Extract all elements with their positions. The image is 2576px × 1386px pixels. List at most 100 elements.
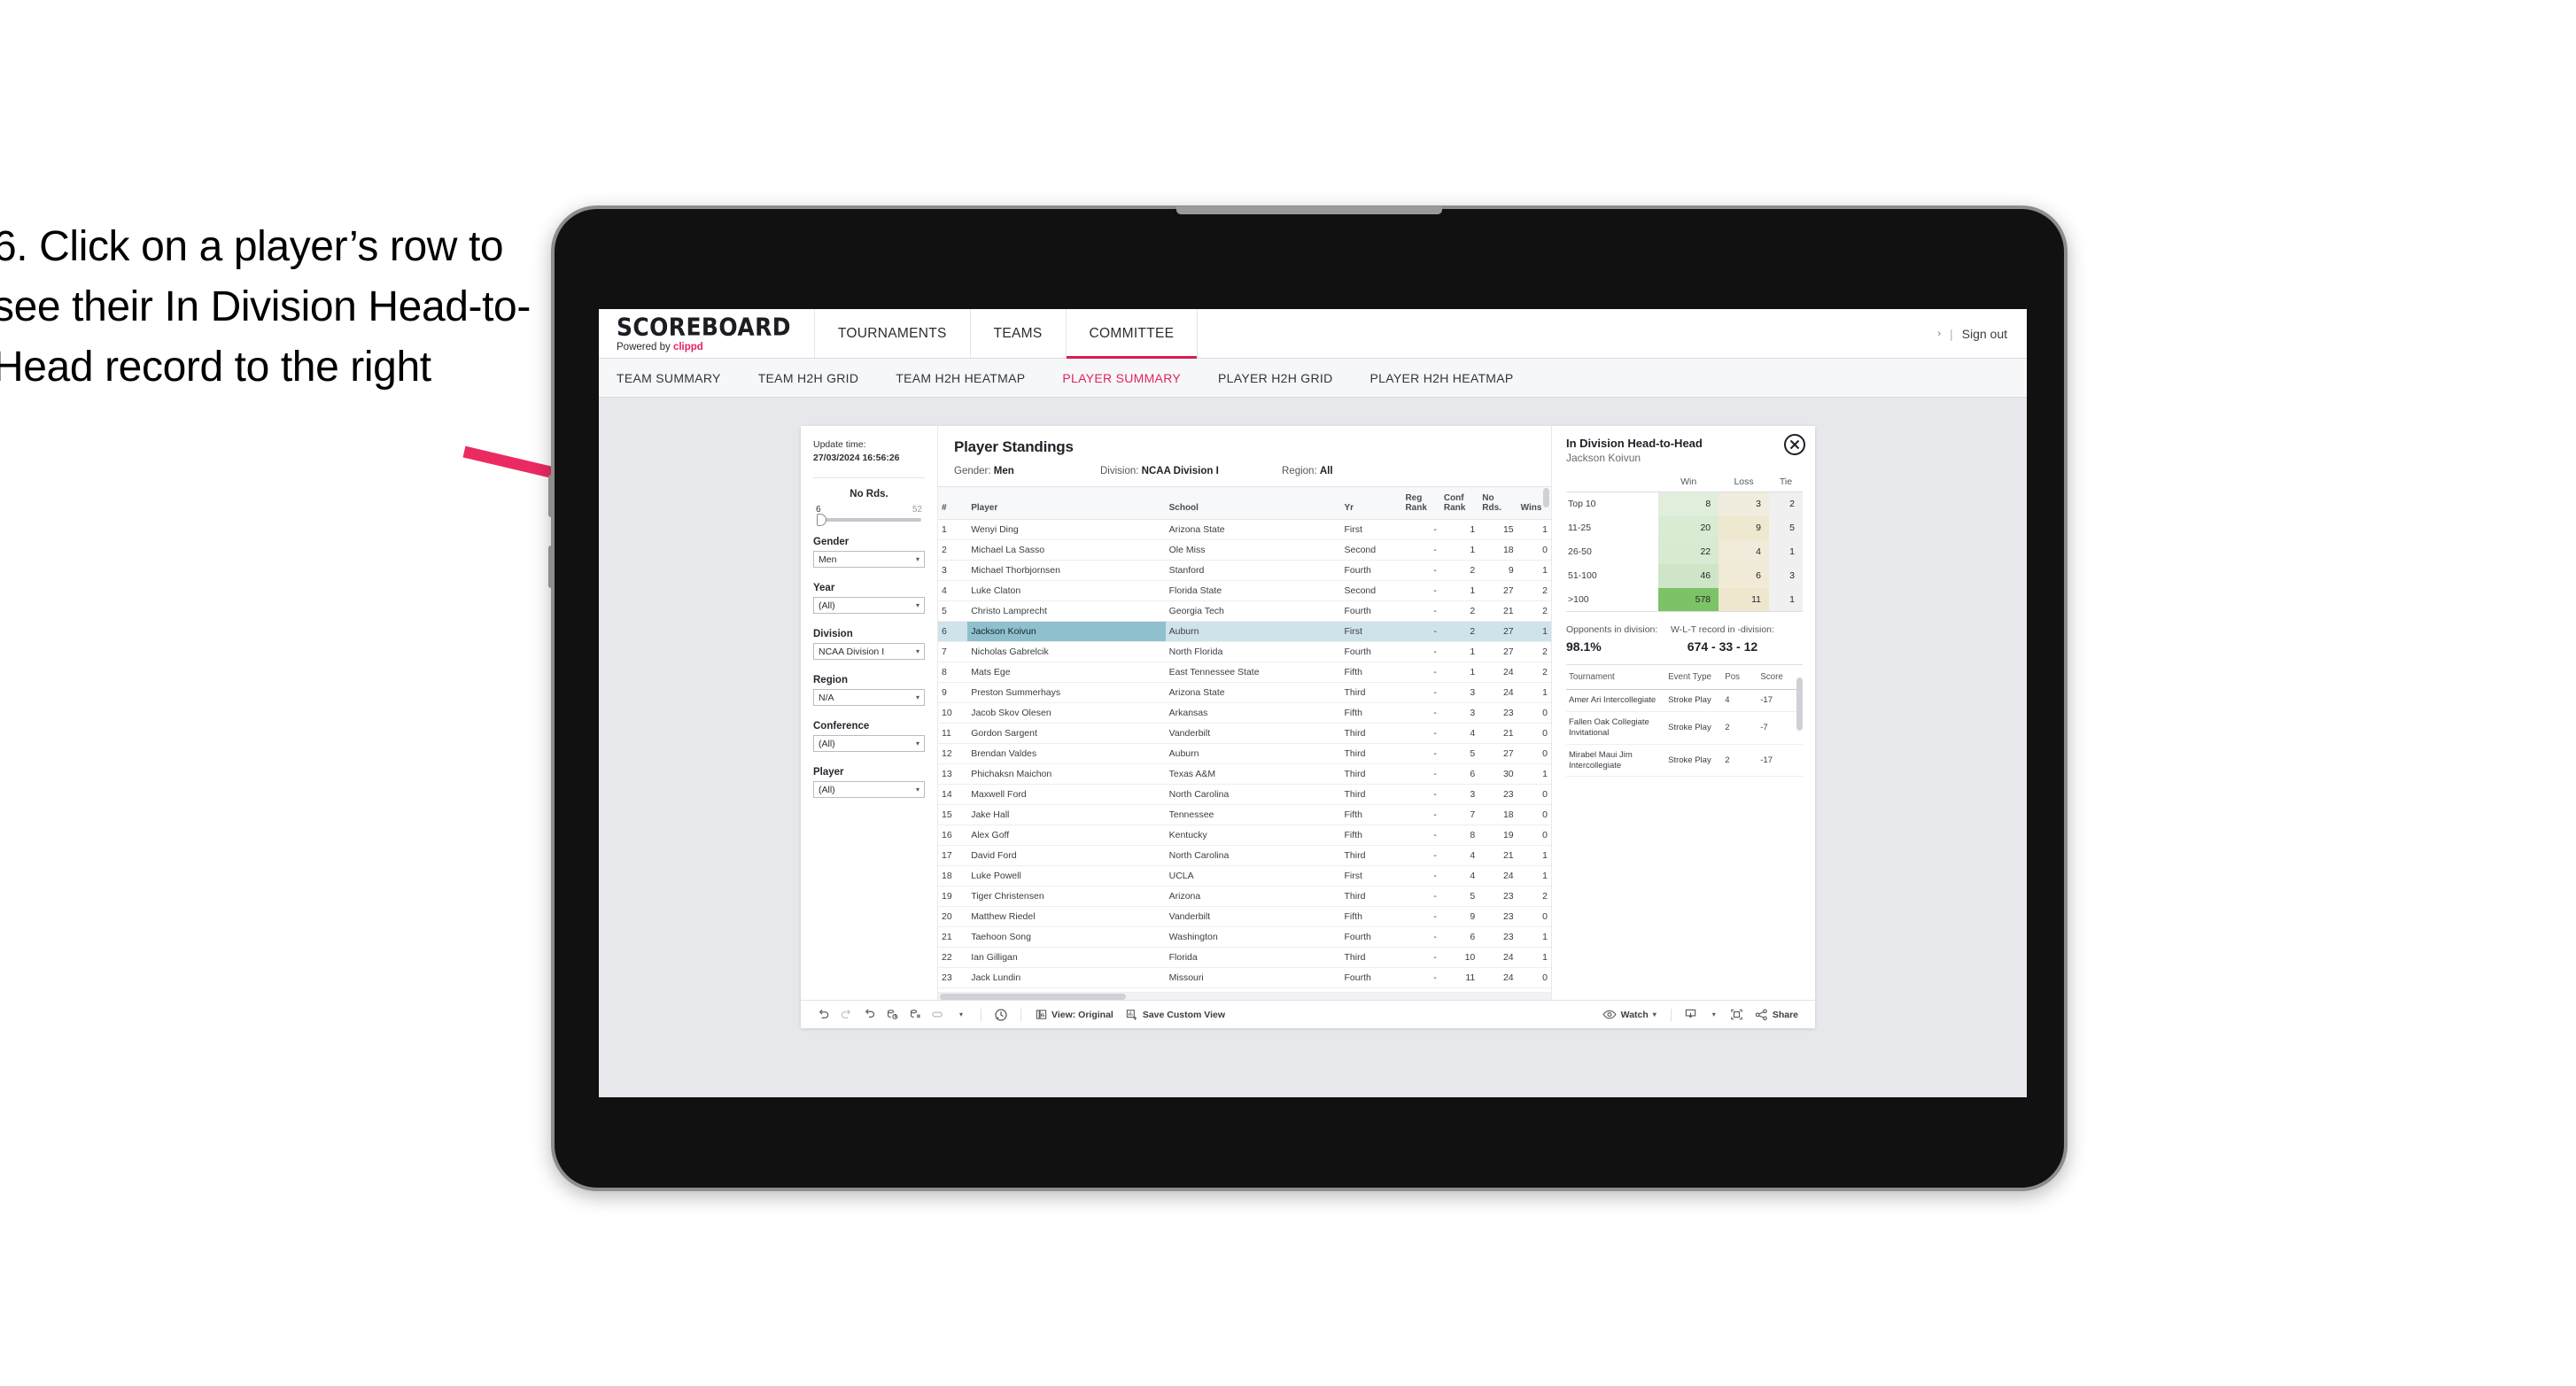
table-row[interactable]: 5 Christo Lamprecht Georgia Tech Fourth -2 21…	[938, 600, 1551, 623]
tab-player-h2h-heatmap[interactable]: PLAYER H2H HEATMAP	[1370, 371, 1514, 385]
no-rounds-slider-handle[interactable]	[817, 514, 826, 527]
column-header-reg-rank[interactable]: Reg Rank	[1401, 486, 1440, 521]
table-row[interactable]: 23 Jack Lundin Missouri Fourth -11 24 0	[938, 967, 1551, 989]
cell-reg-rank: -	[1401, 702, 1440, 724]
standings-horizontal-scroll-thumb[interactable]	[940, 994, 1126, 1000]
brand-powered-prefix: Powered by	[617, 341, 673, 352]
brand-logo[interactable]: SCOREBOARD Powered by clippd	[599, 309, 815, 358]
table-row[interactable]: 21 Taehoon Song Washington Fourth -6 23 1	[938, 926, 1551, 949]
table-row[interactable]: 20 Matthew Riedel Vanderbilt Fifth -9 23 0	[938, 906, 1551, 928]
cell-player: Nicholas Gabrelcik	[967, 641, 1166, 663]
table-row[interactable]: 14 Maxwell Ford North Carolina Third -3 23 0	[938, 784, 1551, 806]
filter-region-select[interactable]: N/A ▾	[813, 689, 925, 707]
table-row[interactable]: 2 Michael La Sasso Ole Miss Second -1 18 0	[938, 539, 1551, 561]
bottom-toolbar: ▾ View: Original Save Custom View Watch …	[801, 1000, 1815, 1028]
revert-icon[interactable]	[857, 1005, 881, 1025]
table-row[interactable]: 16 Alex Goff Kentucky Fifth -8 19 0	[938, 825, 1551, 847]
tablet-volume-up-button[interactable]	[548, 475, 553, 517]
view-shape-icon[interactable]	[927, 1005, 950, 1025]
cell-wins: 0	[1517, 743, 1551, 765]
undo-icon[interactable]	[811, 1005, 834, 1025]
sign-out-link[interactable]: Sign out	[1962, 327, 2007, 341]
no-rounds-slider-track[interactable]	[817, 514, 921, 527]
tournament-row[interactable]: Amer Ari Intercollegiate Stroke Play 4 -17	[1566, 689, 1803, 712]
cell-yr: Third	[1340, 784, 1402, 806]
filter-gender-select[interactable]: Men ▾	[813, 551, 925, 569]
close-icon[interactable]	[1783, 433, 1806, 456]
tab-team-h2h-heatmap[interactable]: TEAM H2H HEATMAP	[896, 371, 1025, 385]
cell-player: Gordon Sargent	[967, 723, 1166, 745]
column-header-no-rds[interactable]: No Rds.	[1478, 486, 1517, 521]
tournament-vertical-scrollbar[interactable]	[1796, 678, 1803, 731]
filter-region: Region N/A ▾	[813, 675, 925, 707]
table-row[interactable]: 18 Luke Powell UCLA First -4 24 1	[938, 865, 1551, 887]
column-header-rank[interactable]: #	[938, 486, 968, 521]
tournament-row[interactable]: Mirabel Maui Jim Intercollegiate Stroke P…	[1566, 744, 1803, 778]
tab-team-h2h-grid[interactable]: TEAM H2H GRID	[758, 371, 859, 385]
tablet-volume-down-button[interactable]	[548, 546, 553, 588]
table-row[interactable]: 4 Luke Claton Florida State Second -1 27 2	[938, 580, 1551, 602]
cell-conf-rank: 4	[1439, 865, 1479, 887]
watch-button[interactable]: Watch ▾	[1596, 1009, 1663, 1020]
tournament-position: 4	[1722, 689, 1758, 712]
tab-team-summary[interactable]: TEAM SUMMARY	[617, 371, 721, 385]
column-header-yr[interactable]: Yr	[1340, 486, 1402, 521]
filter-conference-select[interactable]: (All) ▾	[813, 735, 925, 753]
nav-item-teams[interactable]: TEAMS	[971, 309, 1067, 358]
tournament-row[interactable]: Fallen Oak Collegiate Invitational Stroke…	[1566, 711, 1803, 745]
table-row[interactable]: 17 David Ford North Carolina Third -4 21 1	[938, 845, 1551, 867]
download-dropdown-caret[interactable]: ▾	[1703, 1005, 1726, 1025]
column-header-conf-rank[interactable]: Conf Rank	[1439, 486, 1479, 521]
pause-updates-icon[interactable]	[904, 1005, 927, 1025]
nav-item-committee[interactable]: COMMITTEE	[1066, 309, 1199, 359]
cell-wins: 0	[1517, 967, 1551, 989]
nav-item-tournaments[interactable]: TOURNAMENTS	[815, 309, 971, 358]
cell-reg-rank: -	[1401, 804, 1440, 826]
table-row[interactable]: 8 Mats Ege East Tennessee State Fifth -1 24 2	[938, 662, 1551, 684]
standings-horizontal-scrollbar[interactable]	[938, 992, 1551, 1000]
tab-player-h2h-grid[interactable]: PLAYER H2H GRID	[1218, 371, 1333, 385]
column-header-player[interactable]: Player	[967, 486, 1166, 521]
standings-vertical-scrollbar[interactable]	[1543, 488, 1549, 507]
chevron-down-icon: ▾	[958, 1010, 963, 1018]
cell-rank: 6	[938, 621, 968, 643]
chevron-right-icon[interactable]: ›	[1937, 329, 1941, 339]
table-row[interactable]: 13 Phichaksn Maichon Texas A&M Third -6 30 1	[938, 763, 1551, 786]
table-row[interactable]: 7 Nicholas Gabrelcik North Florida Fourth -1…	[938, 641, 1551, 663]
save-custom-view-button[interactable]: Save Custom View	[1120, 1009, 1231, 1021]
table-row[interactable]: 12 Brendan Valdes Auburn Third -5 27 0	[938, 743, 1551, 765]
fullscreen-icon[interactable]	[1726, 1005, 1749, 1025]
filter-division-value: NCAA Division I	[819, 646, 885, 657]
table-row[interactable]: 11 Gordon Sargent Vanderbilt Third -4 21 0	[938, 723, 1551, 745]
cell-no-rds: 18	[1478, 804, 1517, 826]
tab-player-summary[interactable]: PLAYER SUMMARY	[1062, 371, 1181, 385]
redo-icon[interactable]	[834, 1005, 857, 1025]
view-shape-dropdown-caret[interactable]: ▾	[950, 1005, 973, 1025]
table-row[interactable]: 1 Wenyi Ding Arizona State First -1 15 1	[938, 519, 1551, 541]
chevron-down-icon: ▾	[1652, 1010, 1657, 1018]
filter-division-select[interactable]: NCAA Division I ▾	[813, 643, 925, 661]
table-row[interactable]: 19 Tiger Christensen Arizona Third -5 23 2	[938, 886, 1551, 908]
table-row[interactable]: 15 Jake Hall Tennessee Fifth -7 18 0	[938, 804, 1551, 826]
cell-rank: 1	[938, 519, 968, 541]
table-row[interactable]: 3 Michael Thorbjornsen Stanford Fourth -2 9 1	[938, 560, 1551, 582]
table-row[interactable]: 10 Jacob Skov Olesen Arkansas Fifth -3 23 0	[938, 702, 1551, 724]
download-icon[interactable]	[1680, 1005, 1703, 1025]
filter-player-select[interactable]: (All) ▾	[813, 781, 925, 799]
column-header-school[interactable]: School	[1165, 486, 1341, 521]
table-row[interactable]: 6 Jackson Koivun Auburn First -2 27 1	[938, 621, 1551, 643]
tournament-column-header-name: Tournament	[1566, 665, 1666, 690]
pace-clock-icon[interactable]	[989, 1005, 1013, 1025]
h2h-win-cell: 46	[1658, 563, 1719, 588]
refresh-data-icon[interactable]	[881, 1005, 904, 1025]
tournament-row[interactable]: SEC Match Play hosted by Jerry Pate Roun…	[1566, 776, 1803, 778]
view-original-button[interactable]: View: Original	[1029, 1009, 1120, 1020]
share-button[interactable]: Share	[1749, 1008, 1804, 1021]
tournament-scroll-area[interactable]: Tournament Event Type Pos Score Amer Ari…	[1566, 665, 1803, 778]
cell-wins: 2	[1517, 641, 1551, 663]
cell-reg-rank: -	[1401, 682, 1440, 704]
filter-year-select[interactable]: (All) ▾	[813, 597, 925, 615]
standings-scroll-area[interactable]: # Player School Yr Reg Rank Conf Rank No Rd…	[938, 486, 1551, 992]
table-row[interactable]: 9 Preston Summerhays Arizona State Third -3 2…	[938, 682, 1551, 704]
table-row[interactable]: 22 Ian Gilligan Florida Third -10 24 1	[938, 947, 1551, 969]
